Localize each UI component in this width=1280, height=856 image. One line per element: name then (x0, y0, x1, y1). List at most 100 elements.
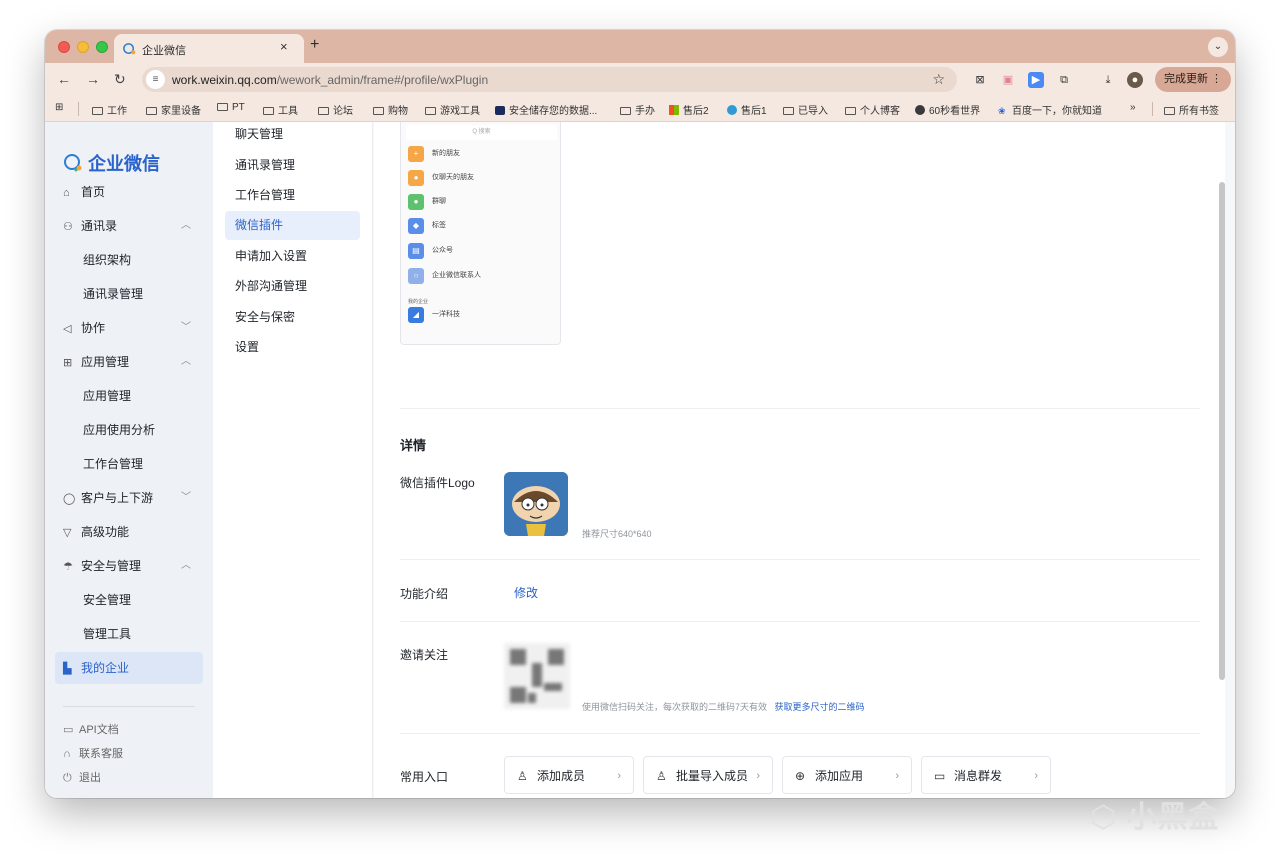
close-window-button[interactable] (58, 41, 70, 53)
subnav-external-communication[interactable]: 外部沟通管理 (225, 272, 360, 301)
browser-toolbar: ← → ↻ ≡ work.weixin.qq.com/wework_admin/… (45, 63, 1235, 96)
org-icon: ⚇ (63, 221, 73, 233)
all-bookmarks-folder[interactable]: 所有书签 (1164, 102, 1219, 117)
extension-2-icon[interactable]: ▣ (1000, 72, 1016, 88)
plugin-logo-image[interactable] (504, 472, 568, 536)
site-info-icon[interactable]: ≡ (146, 70, 165, 89)
address-bar[interactable]: ≡ work.weixin.qq.com/wework_admin/frame#… (142, 67, 957, 92)
invite-label: 邀请关注 (400, 648, 449, 662)
batch-import-button[interactable]: ♙ 批量导入成员 › (643, 756, 773, 794)
logout-link[interactable]: ⏻ 退出 (63, 769, 101, 785)
bookmark-folder[interactable]: 工作 (92, 102, 127, 117)
chat-icon: ◯ (63, 493, 76, 505)
subnav-settings[interactable]: 设置 (225, 333, 360, 362)
preview-row-label: 公众号 (432, 247, 453, 254)
bookmark-folder[interactable]: 论坛 (318, 102, 353, 117)
bookmark-folder[interactable]: 家里设备 (146, 102, 201, 117)
browser-tab[interactable]: 企业微信 × (114, 34, 304, 63)
customer-service-link[interactable]: ∩ 联系客服 (63, 745, 123, 761)
reload-icon[interactable]: ↻ (114, 71, 126, 88)
wecom-logo[interactable]: 企业微信 (63, 150, 160, 176)
bookmark-link[interactable]: 安全储存您的数据... (495, 102, 597, 117)
folder-icon (92, 107, 103, 115)
wecom-contacts-icon: ○ (408, 268, 424, 284)
forward-icon[interactable]: → (86, 71, 100, 87)
add-member-button[interactable]: ♙ 添加成员 › (504, 756, 634, 794)
qr-code-image[interactable] (504, 643, 570, 709)
logo-text: 企业微信 (88, 154, 160, 174)
bookmark-link[interactable]: 60秒看世界 (915, 102, 980, 117)
sidebar-item-app-analytics[interactable]: 应用使用分析 (55, 414, 203, 446)
sidebar-item-app-management[interactable]: ⊞ 应用管理 ︿ (55, 346, 203, 378)
bookmark-folder[interactable]: 个人博客 (845, 102, 900, 117)
minimize-window-button[interactable] (77, 41, 89, 53)
chevron-up-icon: ︿ (181, 356, 191, 367)
subnav-contacts-management[interactable]: 通讯录管理 (225, 151, 360, 180)
subnav-chat-management[interactable]: 聊天管理 (225, 120, 360, 149)
sidebar-item-org-structure[interactable]: 组织架构 (55, 244, 203, 276)
divider (400, 559, 1200, 560)
home-icon: ⌂ (63, 187, 70, 199)
update-button[interactable]: 完成更新 ⋮ (1155, 67, 1231, 92)
apps-grid-icon[interactable]: ⊞ (55, 102, 63, 113)
bookmark-folder[interactable]: 手办 (620, 102, 655, 117)
subnav-wechat-plugin[interactable]: 微信插件 (225, 211, 360, 240)
bookmark-folder[interactable]: 已导入 (783, 102, 828, 117)
subnav-workbench-management[interactable]: 工作台管理 (225, 181, 360, 210)
more-bookmarks-button[interactable]: » (1130, 102, 1136, 113)
add-app-button[interactable]: ⊕ 添加应用 › (782, 756, 912, 794)
vertical-scrollbar[interactable] (1219, 182, 1225, 680)
extension-1-icon[interactable]: ⊠ (972, 72, 988, 88)
bookmark-label: 工具 (278, 106, 298, 117)
wecom-favicon-icon (123, 43, 136, 55)
entry-label: 添加成员 (537, 769, 586, 783)
folder-icon (783, 107, 794, 115)
preview-row: ● 仅聊天的朋友 (408, 170, 474, 186)
extension-3-icon[interactable]: ▶ (1028, 72, 1044, 88)
bookmark-link[interactable]: 售后1 (727, 102, 767, 117)
company-icon: ▙ (63, 663, 72, 675)
bookmark-folder[interactable]: 购物 (373, 102, 408, 117)
sidebar-item-advanced[interactable]: ▽ 高级功能 (55, 516, 203, 548)
import-members-icon: ♙ (656, 769, 667, 783)
store-icon (669, 105, 679, 115)
shortcuts-label: 常用入口 (400, 770, 449, 784)
sidebar-item-admin-tools[interactable]: 管理工具 (55, 618, 203, 650)
back-icon[interactable]: ← (57, 71, 71, 87)
bookmark-label: 60秒看世界 (929, 106, 981, 117)
sidebar-divider (63, 706, 195, 707)
sidebar-item-customers[interactable]: ◯ 客户与上下游 ﹀ (55, 482, 203, 514)
tab-search-button[interactable]: ⌄ (1208, 37, 1228, 57)
download-icon[interactable]: ⤓ (1100, 72, 1116, 88)
subnav-security-privacy[interactable]: 安全与保密 (225, 303, 360, 332)
bookmark-folder[interactable]: PT (217, 102, 245, 113)
sidebar-item-workbench[interactable]: 工作台管理 (55, 448, 203, 480)
bookmark-link[interactable]: ❀ 百度一下，你就知道 (998, 102, 1102, 117)
sidebar-item-security[interactable]: ☂ 安全与管理 ︿ (55, 550, 203, 582)
sidebar-item-label: 我的企业 (81, 661, 130, 675)
extensions-puzzle-icon[interactable]: ⧉ (1056, 72, 1072, 88)
profile-avatar-icon[interactable]: ● (1127, 72, 1143, 88)
cartoon-avatar-icon (504, 472, 568, 536)
url-text[interactable]: work.weixin.qq.com/wework_admin/frame#/p… (172, 73, 488, 87)
edit-intro-link[interactable]: 修改 (514, 584, 538, 601)
new-tab-button[interactable]: + (310, 36, 319, 54)
api-docs-link[interactable]: ▭ API文档 (63, 721, 119, 737)
bookmark-star-icon[interactable]: ☆ (932, 71, 945, 88)
sidebar-item-contacts[interactable]: ⚇ 通讯录 ︿ (55, 210, 203, 242)
broadcast-button[interactable]: ▭ 消息群发 › (921, 756, 1051, 794)
sidebar-item-apps[interactable]: 应用管理 (55, 380, 203, 412)
subnav-join-settings[interactable]: 申请加入设置 (225, 242, 360, 271)
sidebar-item-home[interactable]: ⌂ 首页 (55, 176, 203, 208)
sidebar-item-security-management[interactable]: 安全管理 (55, 584, 203, 616)
sidebar-item-my-company[interactable]: ▙ 我的企业 (55, 652, 203, 684)
more-qr-sizes-link[interactable]: 获取更多尺寸的二维码 (775, 702, 865, 712)
tab-close-icon[interactable]: × (280, 39, 288, 54)
sidebar-item-collaboration[interactable]: ◁ 协作 ﹀ (55, 312, 203, 344)
bookmark-link[interactable]: 售后2 (669, 102, 709, 117)
sidebar-item-contacts-management[interactable]: 通讯录管理 (55, 278, 203, 310)
sidebar-item-label: 协作 (81, 321, 106, 335)
bookmark-folder[interactable]: 工具 (263, 102, 298, 117)
maximize-window-button[interactable] (96, 41, 108, 53)
bookmark-folder[interactable]: 游戏工具 (425, 102, 480, 117)
